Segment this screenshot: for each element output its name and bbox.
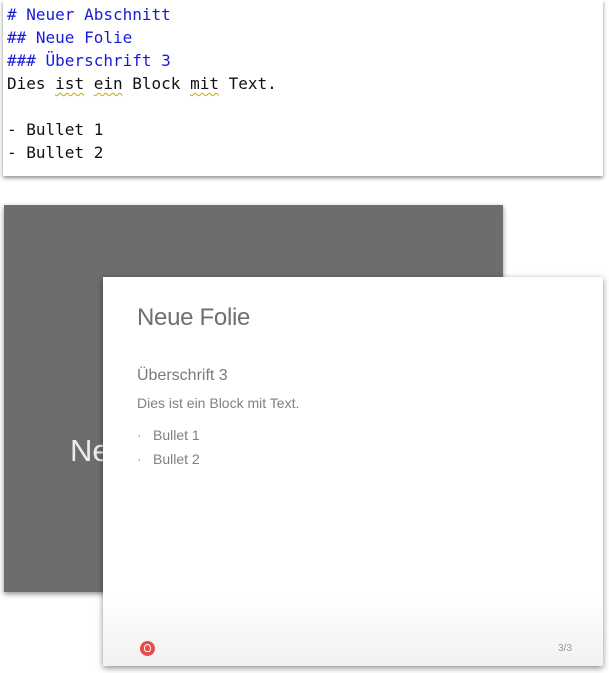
slide-bullet-item: · Bullet 1: [137, 425, 200, 449]
slide-title: Neue Folie: [137, 304, 251, 331]
slide-bullet-label: Bullet 2: [153, 451, 200, 467]
editor-line-bullet-2[interactable]: - Bullet 2: [7, 141, 603, 164]
bullet-dot-icon: ·: [137, 451, 142, 467]
editor-line-blank[interactable]: [7, 95, 603, 118]
markdown-editor[interactable]: # Neuer Abschnitt ## Neue Folie ### Über…: [3, 0, 603, 176]
slide-preview-current[interactable]: Neue Folie Überschrift 3 Dies ist ein Bl…: [103, 277, 603, 666]
bullet-dot-icon: ·: [137, 427, 142, 443]
slide-bullet-label: Bullet 1: [153, 427, 200, 443]
editor-line-text[interactable]: Dies ist ein Block mit Text.: [7, 72, 603, 95]
page-number: 3/3: [558, 643, 572, 654]
logo-icon: [140, 641, 155, 656]
editor-line-h3[interactable]: ### Überschrift 3: [7, 49, 603, 72]
editor-line-bullet-1[interactable]: - Bullet 1: [7, 118, 603, 141]
editor-line-section-heading[interactable]: # Neuer Abschnitt: [7, 3, 603, 26]
slide-text-block: Dies ist ein Block mit Text.: [137, 395, 300, 411]
slide-heading-3: Überschrift 3: [137, 367, 228, 384]
slide-bullet-item: · Bullet 2: [137, 449, 200, 473]
editor-line-slide-heading[interactable]: ## Neue Folie: [7, 26, 603, 49]
slide-bullet-list: · Bullet 1 · Bullet 2: [137, 425, 200, 473]
